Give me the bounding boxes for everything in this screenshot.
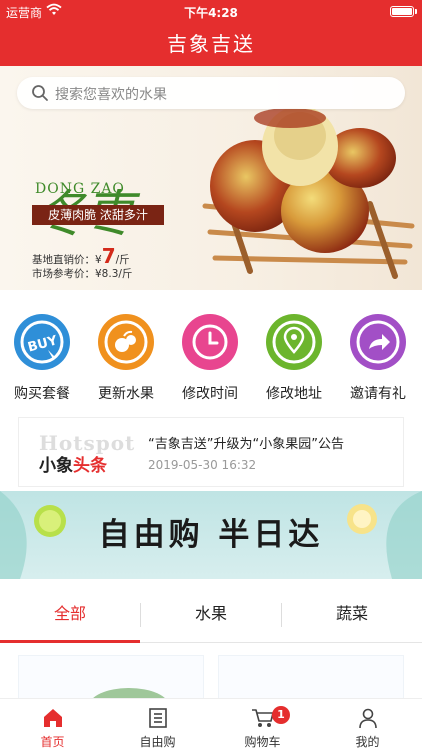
buy-icon: BUY [14,314,70,370]
base-price: 基地直销价：¥7/斤 [32,244,130,268]
news-logo-red: 头条 [73,456,107,476]
quick-action-label: 邀请有礼 [350,386,406,402]
quick-action-change-address[interactable]: 修改地址 [252,314,336,403]
base-price-value: 7 [101,244,116,268]
news-title: “吉象吉送”升级为“小象果园”公告 [148,437,344,452]
search-placeholder: 搜索您喜欢的水果 [55,87,167,103]
market-price: 市场参考价：¥8.3/斤 [32,268,133,280]
share-icon [350,314,406,370]
cart-badge: 1 [272,706,290,724]
battery-tip [415,9,417,14]
promo-strip[interactable]: 自由购 半日达 [0,491,422,579]
quick-action-update-fruit[interactable]: 更新水果 [84,314,168,403]
clock-icon [182,314,238,370]
news-notice[interactable]: Hotspot 小象头条 “吉象吉送”升级为“小象果园”公告 2019-05-3… [18,417,404,487]
quick-action-label: 更新水果 [98,386,154,402]
quick-action-label: 购买套餐 [14,386,70,402]
page-title: 吉象吉送 [0,22,422,66]
base-price-label: 基地直销价：¥ [32,254,102,266]
svg-text:BUY: BUY [26,333,59,355]
search-icon [31,84,49,106]
tabbar-label: 自由购 [139,735,176,749]
tabbar-label: 首页 [40,735,65,749]
cart-icon [210,707,315,729]
bottom-tab-bar: 首页 自由购 1 购物车 我的 [0,698,422,750]
tab-vegetable[interactable]: 蔬菜 [282,593,422,643]
banner-pinyin: DONG ZAO [35,181,125,197]
tabbar-cart[interactable]: 1 购物车 [210,699,315,751]
quick-action-label: 修改时间 [182,386,238,402]
base-price-unit: /斤 [115,254,130,266]
news-logo-black: 小象 [39,456,73,476]
news-date: 2019-05-30 16:32 [148,458,257,472]
promo-text: 自由购 半日达 [98,517,324,553]
news-logo: 小象头条 [39,451,107,476]
quick-action-change-time[interactable]: 修改时间 [168,314,252,403]
tab-all[interactable]: 全部 [0,593,140,643]
home-icon [0,707,105,729]
user-icon [315,707,420,729]
tabbar-label: 购物车 [244,735,281,749]
location-icon [266,314,322,370]
banner-slogan: 皮薄肉脆 浓甜多汁 [32,205,164,225]
tab-fruit[interactable]: 水果 [141,593,281,643]
list-icon [105,707,210,729]
category-tabs: 全部 水果 蔬菜 [0,593,422,643]
status-bar: 运营商 下午4:28 [0,0,422,22]
tabbar-mine[interactable]: 我的 [315,699,420,751]
quick-action-invite[interactable]: 邀请有礼 [336,314,420,403]
quick-actions: BUY 购买套餐 更新水果 修改时间 修改地址 邀请有礼 [0,314,422,404]
clock-time: 下午4:28 [184,6,238,20]
fruit-icon [98,314,154,370]
tabbar-home[interactable]: 首页 [0,699,105,751]
quick-action-buy-package[interactable]: BUY 购买套餐 [0,314,84,403]
search-input[interactable]: 搜索您喜欢的水果 [17,77,405,109]
tabbar-label: 我的 [355,735,380,749]
battery-icon [390,6,414,17]
quick-action-label: 修改地址 [266,386,322,402]
tabbar-free-buy[interactable]: 自由购 [105,699,210,751]
